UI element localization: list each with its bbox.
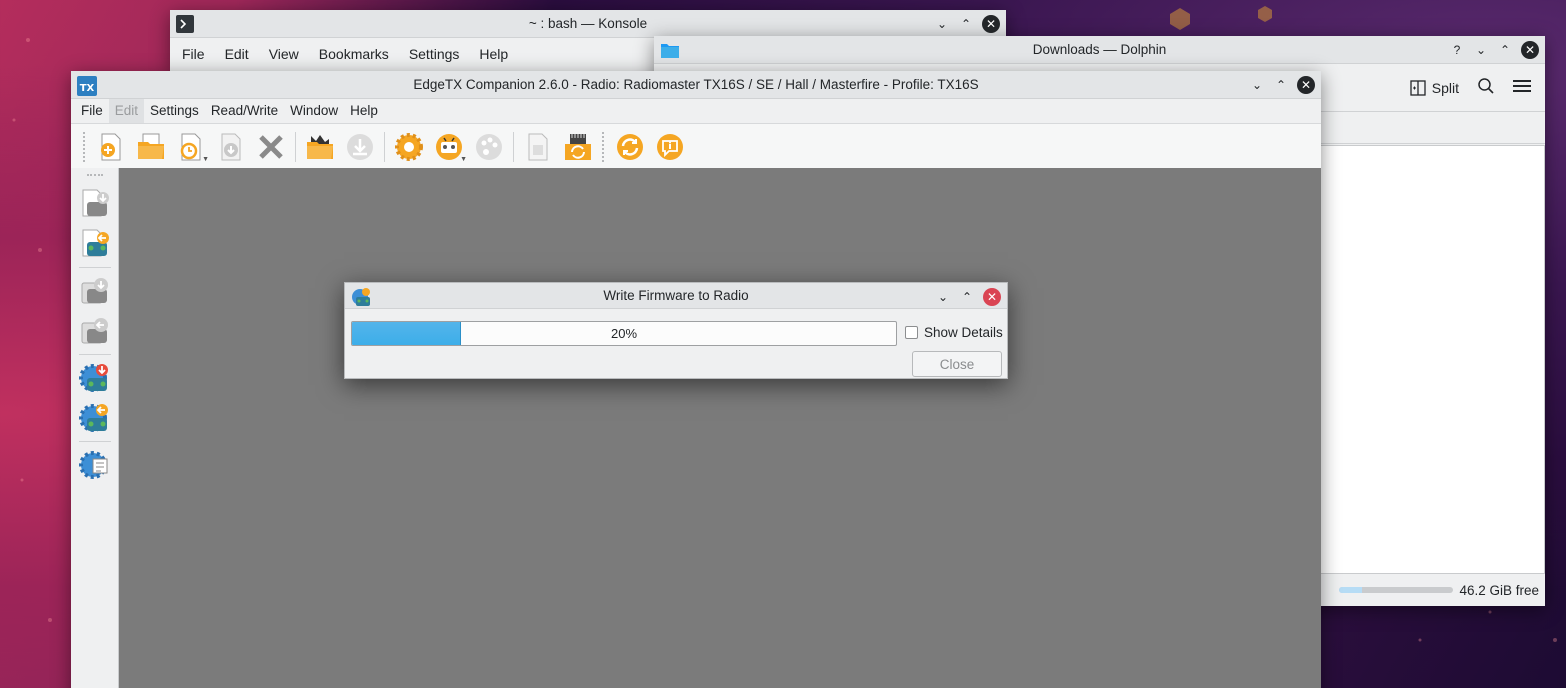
write-models-icon[interactable] [77,225,113,263]
radio-settings-icon[interactable] [77,446,113,484]
write-firmware-icon[interactable] [77,399,113,437]
read-models-icon[interactable] [77,185,113,223]
menu-settings[interactable]: Settings [144,99,205,123]
show-details-checkbox[interactable]: Show Details [905,325,1003,340]
edgetx-logo-icon: TX [77,75,97,96]
hamburger-menu-icon[interactable] [1513,78,1531,97]
menu-window[interactable]: Window [284,99,344,123]
new-file-icon[interactable] [93,129,129,165]
menu-read-write[interactable]: Read/Write [205,99,284,123]
help-icon[interactable]: ? [1449,42,1465,58]
menu-edit[interactable]: Edit [108,99,145,123]
close-icon[interactable]: ✕ [983,288,1001,306]
svg-text:TX: TX [80,83,95,94]
read-firmware-icon[interactable] [77,359,113,397]
sidebar-grip[interactable] [86,174,103,178]
dolphin-title: Downloads — Dolphin [1032,42,1167,57]
folder-icon [660,41,679,59]
terminal-icon [176,14,194,33]
dialog-title: Write Firmware to Radio [603,288,749,303]
write-backup-icon[interactable] [77,312,113,350]
download-icon[interactable] [342,129,378,165]
toolbar-grip[interactable] [83,132,87,162]
konsole-menu-help[interactable]: Help [469,38,518,70]
maximize-icon[interactable]: ⌃ [1497,42,1513,58]
check-update-icon[interactable] [612,129,648,165]
firmware-progress-bar: 20% [351,321,897,346]
toolbar-grip[interactable] [602,132,606,162]
menu-help[interactable]: Help [344,99,384,123]
recent-files-icon[interactable]: ▼ [173,129,209,165]
maximize-icon[interactable]: ⌃ [958,16,974,32]
close-file-icon[interactable] [253,129,289,165]
close-button[interactable]: Close [912,351,1002,377]
edgetx-sidebar-toolbar [71,168,119,688]
konsole-menu-bookmarks[interactable]: Bookmarks [309,38,399,70]
settings-icon[interactable] [391,129,427,165]
about-icon[interactable] [652,129,688,165]
split-button[interactable]: Split [1410,80,1459,96]
sd-sync-icon[interactable] [560,129,596,165]
search-icon[interactable] [1477,77,1495,98]
menu-file[interactable]: File [75,99,109,123]
konsole-menu-settings[interactable]: Settings [399,38,470,70]
write-firmware-dialog[interactable]: Write Firmware to Radio ⌄ ⌃ ✕ 20% Show D… [344,282,1008,379]
save-icon[interactable] [213,129,249,165]
maximize-icon[interactable]: ⌃ [1273,77,1289,93]
open-file-icon[interactable] [133,129,169,165]
minimize-icon[interactable]: ⌄ [935,289,951,305]
free-space-label: 46.2 GiB free [1459,582,1539,598]
maximize-icon[interactable]: ⌃ [959,289,975,305]
close-icon[interactable]: ✕ [982,15,1000,33]
firmware-icon [351,287,370,306]
konsole-title: ~ : bash — Konsole [528,16,648,31]
edgetx-window[interactable]: TX EdgeTX Companion 2.6.0 - Radio: Radio… [71,71,1321,688]
palette-icon[interactable] [471,129,507,165]
open-sd-folder-icon[interactable] [302,129,338,165]
close-icon[interactable]: ✕ [1521,41,1539,59]
edgetx-toolbar: ▼ ▼ [71,123,1321,171]
read-backup-icon[interactable] [77,272,113,310]
konsole-menu-view[interactable]: View [259,38,309,70]
minimize-icon[interactable]: ⌄ [1249,77,1265,93]
split-view-icon [1410,79,1426,96]
radio-profiles-icon[interactable]: ▼ [431,129,467,165]
minimize-icon[interactable]: ⌄ [1473,42,1489,58]
konsole-menu-file[interactable]: File [172,38,215,70]
disk-space-bar [1339,587,1454,593]
edgetx-titlebar[interactable]: TX EdgeTX Companion 2.6.0 - Radio: Radio… [71,71,1321,99]
mdi-workspace[interactable] [119,168,1321,688]
edgetx-title: EdgeTX Companion 2.6.0 - Radio: Radiomas… [413,77,979,92]
konsole-menu-edit[interactable]: Edit [215,38,259,70]
checkbox-box[interactable] [905,326,918,339]
minimize-icon[interactable]: ⌄ [934,16,950,32]
dolphin-titlebar[interactable]: Downloads — Dolphin ? ⌄ ⌃ ✕ [654,36,1545,64]
print-icon[interactable] [520,129,556,165]
close-icon[interactable]: ✕ [1297,76,1315,94]
dialog-titlebar[interactable]: Write Firmware to Radio ⌄ ⌃ ✕ [345,283,1007,309]
split-label: Split [1431,79,1459,96]
show-details-label: Show Details [924,325,1003,340]
konsole-titlebar[interactable]: ~ : bash — Konsole ⌄ ⌃ ✕ [170,10,1006,38]
edgetx-menubar: File Edit Settings Read/Write Window Hel… [71,99,1321,123]
progress-label: 20% [610,326,638,341]
